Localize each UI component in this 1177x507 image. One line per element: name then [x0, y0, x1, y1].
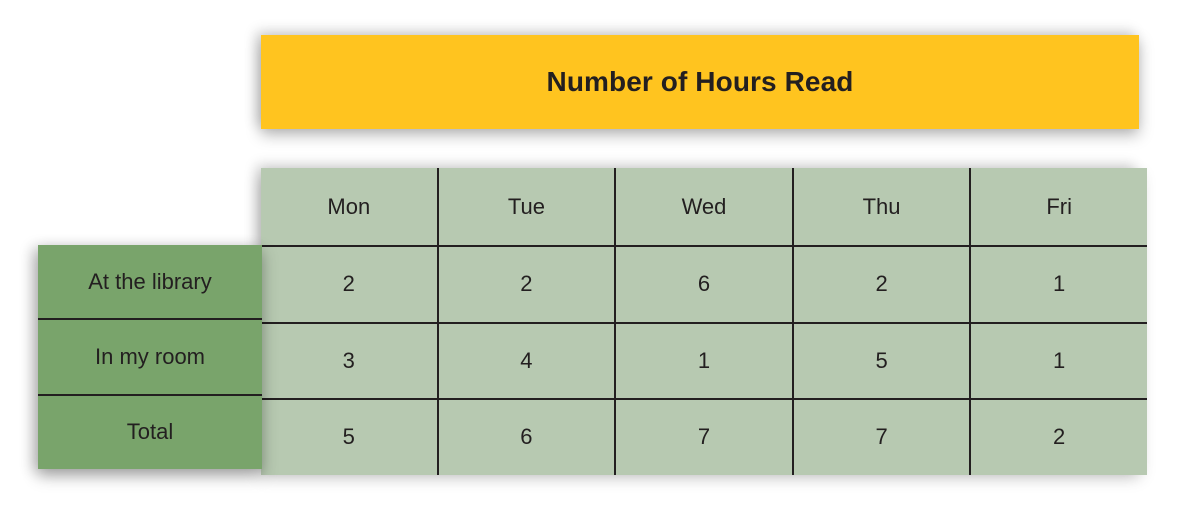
cell-total-fri: 2	[969, 398, 1147, 475]
table-head: Mon Tue Wed Thu Fri	[261, 168, 1147, 246]
table-row: 5 6 7 7 2	[261, 398, 1147, 475]
cell-total-tue: 6	[436, 398, 616, 475]
cell-total-mon: 5	[261, 398, 438, 475]
column-header-wed: Wed	[614, 168, 793, 246]
title-banner: Number of Hours Read	[261, 35, 1139, 129]
cell-in-my-room-tue: 4	[436, 321, 616, 400]
table-row: 2 2 6 2 1	[261, 245, 1147, 323]
cell-at-the-library-tue: 2	[436, 245, 616, 323]
table-body: 2 2 6 2 1 3 4 1 5 1 5 6 7 7 2	[261, 245, 1147, 475]
column-header-thu: Thu	[791, 168, 971, 246]
cell-in-my-room-fri: 1	[969, 321, 1147, 400]
table-row: 3 4 1 5 1	[261, 321, 1147, 400]
page-title: Number of Hours Read	[546, 66, 854, 97]
cell-in-my-room-wed: 1	[614, 321, 793, 400]
cell-at-the-library-thu: 2	[791, 245, 971, 323]
cell-at-the-library-fri: 1	[969, 245, 1147, 323]
hours-read-table: Mon Tue Wed Thu Fri 2 2 6 2 1 3 4 1 5 1 …	[261, 168, 1147, 475]
cell-in-my-room-thu: 5	[791, 321, 971, 400]
row-label-in-my-room: In my room	[38, 318, 262, 393]
cell-total-thu: 7	[791, 398, 971, 475]
cell-at-the-library-wed: 6	[614, 245, 793, 323]
cell-total-wed: 7	[614, 398, 793, 475]
row-label-at-the-library: At the library	[88, 268, 212, 294]
hours-read-figure: Number of Hours Read At the library In m…	[0, 0, 1177, 507]
row-label-panel: At the library In my room Total	[38, 245, 262, 469]
cell-in-my-room-mon: 3	[261, 321, 438, 400]
column-header-fri: Fri	[969, 168, 1147, 246]
column-header-mon: Mon	[261, 168, 438, 246]
column-header-tue: Tue	[436, 168, 616, 246]
cell-at-the-library-mon: 2	[261, 245, 438, 323]
row-label-total: Total	[38, 393, 262, 469]
table-header-row: Mon Tue Wed Thu Fri	[261, 168, 1147, 246]
hours-read-table-wrap: Mon Tue Wed Thu Fri 2 2 6 2 1 3 4 1 5 1 …	[261, 168, 1147, 475]
